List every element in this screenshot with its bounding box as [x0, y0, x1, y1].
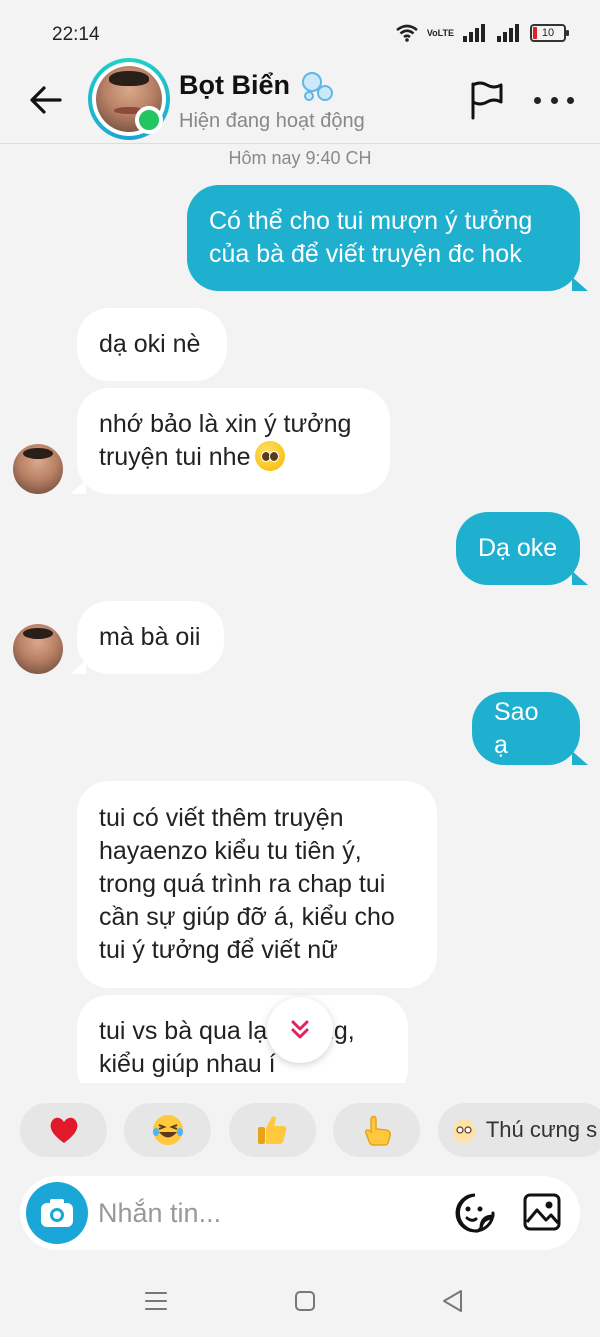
- scroll-to-bottom-button[interactable]: [267, 997, 333, 1063]
- message-text: mà bà oii: [99, 623, 201, 651]
- reaction-thumbs-up[interactable]: [228, 1103, 316, 1157]
- reaction-heart[interactable]: [20, 1103, 107, 1157]
- battery-level: [533, 27, 537, 39]
- reaction-point[interactable]: [333, 1103, 421, 1157]
- reaction-pet[interactable]: Thú cưng s: [437, 1103, 600, 1157]
- recent-apps-button[interactable]: [144, 1290, 168, 1317]
- signal-icon: [497, 24, 519, 42]
- volte-icon: VoLTE: [426, 27, 454, 38]
- more-icon-dot: [567, 96, 574, 104]
- bubble-tail: [572, 751, 588, 765]
- reaction-laugh[interactable]: [124, 1103, 212, 1157]
- message-text: hayaenzo kiểu tu tiên ý,: [99, 837, 362, 865]
- sticker-icon: [455, 1193, 495, 1233]
- online-indicator: [135, 106, 163, 134]
- laughing-face-icon: [152, 1115, 183, 1145]
- flag-icon: [471, 81, 503, 120]
- message-text: Sao ạ: [494, 697, 539, 759]
- message-text: dạ oki nè: [99, 330, 201, 358]
- image-icon: [523, 1193, 561, 1231]
- system-back-button[interactable]: [440, 1288, 464, 1319]
- status-time: 22:14: [52, 24, 100, 45]
- back-button[interactable]: [26, 80, 66, 120]
- sender-avatar[interactable]: [13, 444, 63, 494]
- message-text: Dạ oke: [478, 534, 558, 562]
- message-text: tui ý tưởng để viết nữ: [99, 936, 338, 964]
- message-text: truyện tui nhe: [99, 443, 251, 471]
- bubble-tail: [70, 480, 86, 494]
- message-bubble-out[interactable]: Dạ oke: [456, 512, 580, 585]
- message-bubble-out[interactable]: Sao ạ: [472, 692, 580, 765]
- home-square-icon: [295, 1291, 315, 1311]
- signal-icon: [463, 24, 485, 42]
- report-button[interactable]: [468, 80, 506, 125]
- system-navigation-bar: [0, 1270, 600, 1337]
- message-bubble-in[interactable]: mà bà oii: [77, 601, 224, 674]
- sticker-button[interactable]: [454, 1192, 496, 1239]
- quick-reactions-bar: Thú cưng s: [20, 1103, 600, 1159]
- message-text: nhớ bảo là xin ý tưởng: [99, 410, 352, 438]
- battery-level-text: 10: [541, 27, 555, 39]
- status-bar: 22:14 VoLTE 10: [0, 0, 600, 64]
- message-bubble-in[interactable]: tui có viết thêm truyện hayaenzo kiểu tu…: [77, 781, 437, 988]
- message-text: của bà để viết truyện đc hok: [209, 240, 522, 268]
- camera-icon: [41, 1199, 73, 1227]
- bubble-tail: [572, 571, 588, 585]
- message-text: trong quá trình ra chap tui: [99, 870, 386, 898]
- camera-button[interactable]: [26, 1182, 88, 1244]
- double-chevron-down-icon: [291, 1020, 309, 1039]
- thumbs-up-icon: [258, 1116, 287, 1144]
- menu-icon: [145, 1292, 167, 1310]
- message-composer: [20, 1176, 580, 1250]
- more-options-button[interactable]: [534, 82, 574, 118]
- home-button[interactable]: [294, 1290, 316, 1317]
- back-arrow-icon: [30, 86, 62, 114]
- wifi-icon: [396, 24, 418, 42]
- pet-icon: [452, 1119, 475, 1143]
- bubble-tail: [572, 277, 588, 291]
- message-bubble-in[interactable]: dạ oki nè: [77, 308, 227, 381]
- heart-icon: [50, 1117, 77, 1143]
- pointing-hand-icon: [364, 1115, 391, 1146]
- message-input[interactable]: [98, 1190, 438, 1236]
- status-icons: VoLTE 10: [395, 24, 569, 42]
- message-text: cần sự giúp đỡ á, kiểu cho: [99, 903, 395, 931]
- message-bubble-in[interactable]: tui vs bà qua lại không, kiểu giúp nhau …: [77, 995, 408, 1083]
- chat-header: Bọt Biển Hiện đang hoạt động: [0, 56, 600, 144]
- more-icon: [534, 96, 541, 104]
- more-icon-dot: [550, 96, 558, 104]
- message-bubble-out[interactable]: Có thể cho tui mượn ý tưởng của bà để vi…: [187, 185, 580, 291]
- date-separator: Hôm nay 9:40 CH: [228, 148, 372, 168]
- message-bubble-in[interactable]: nhớ bảo là xin ý tưởng truyện tui nhe: [77, 388, 390, 494]
- triangle-back-icon: [443, 1290, 462, 1312]
- bubbles-icon: [302, 72, 333, 101]
- sender-avatar[interactable]: [13, 624, 63, 674]
- message-text: tui có viết thêm truyện: [99, 804, 344, 832]
- message-text: Có thể cho tui mượn ý tưởng: [209, 207, 533, 235]
- gallery-button[interactable]: [522, 1192, 562, 1237]
- reaction-label: Thú cưng s: [485, 1117, 598, 1142]
- battery-icon: 10: [530, 24, 569, 42]
- contact-name[interactable]: Bọt Biển: [179, 70, 290, 101]
- pleading-face-icon: [254, 441, 285, 471]
- contact-status: Hiện đang hoạt động: [179, 110, 365, 132]
